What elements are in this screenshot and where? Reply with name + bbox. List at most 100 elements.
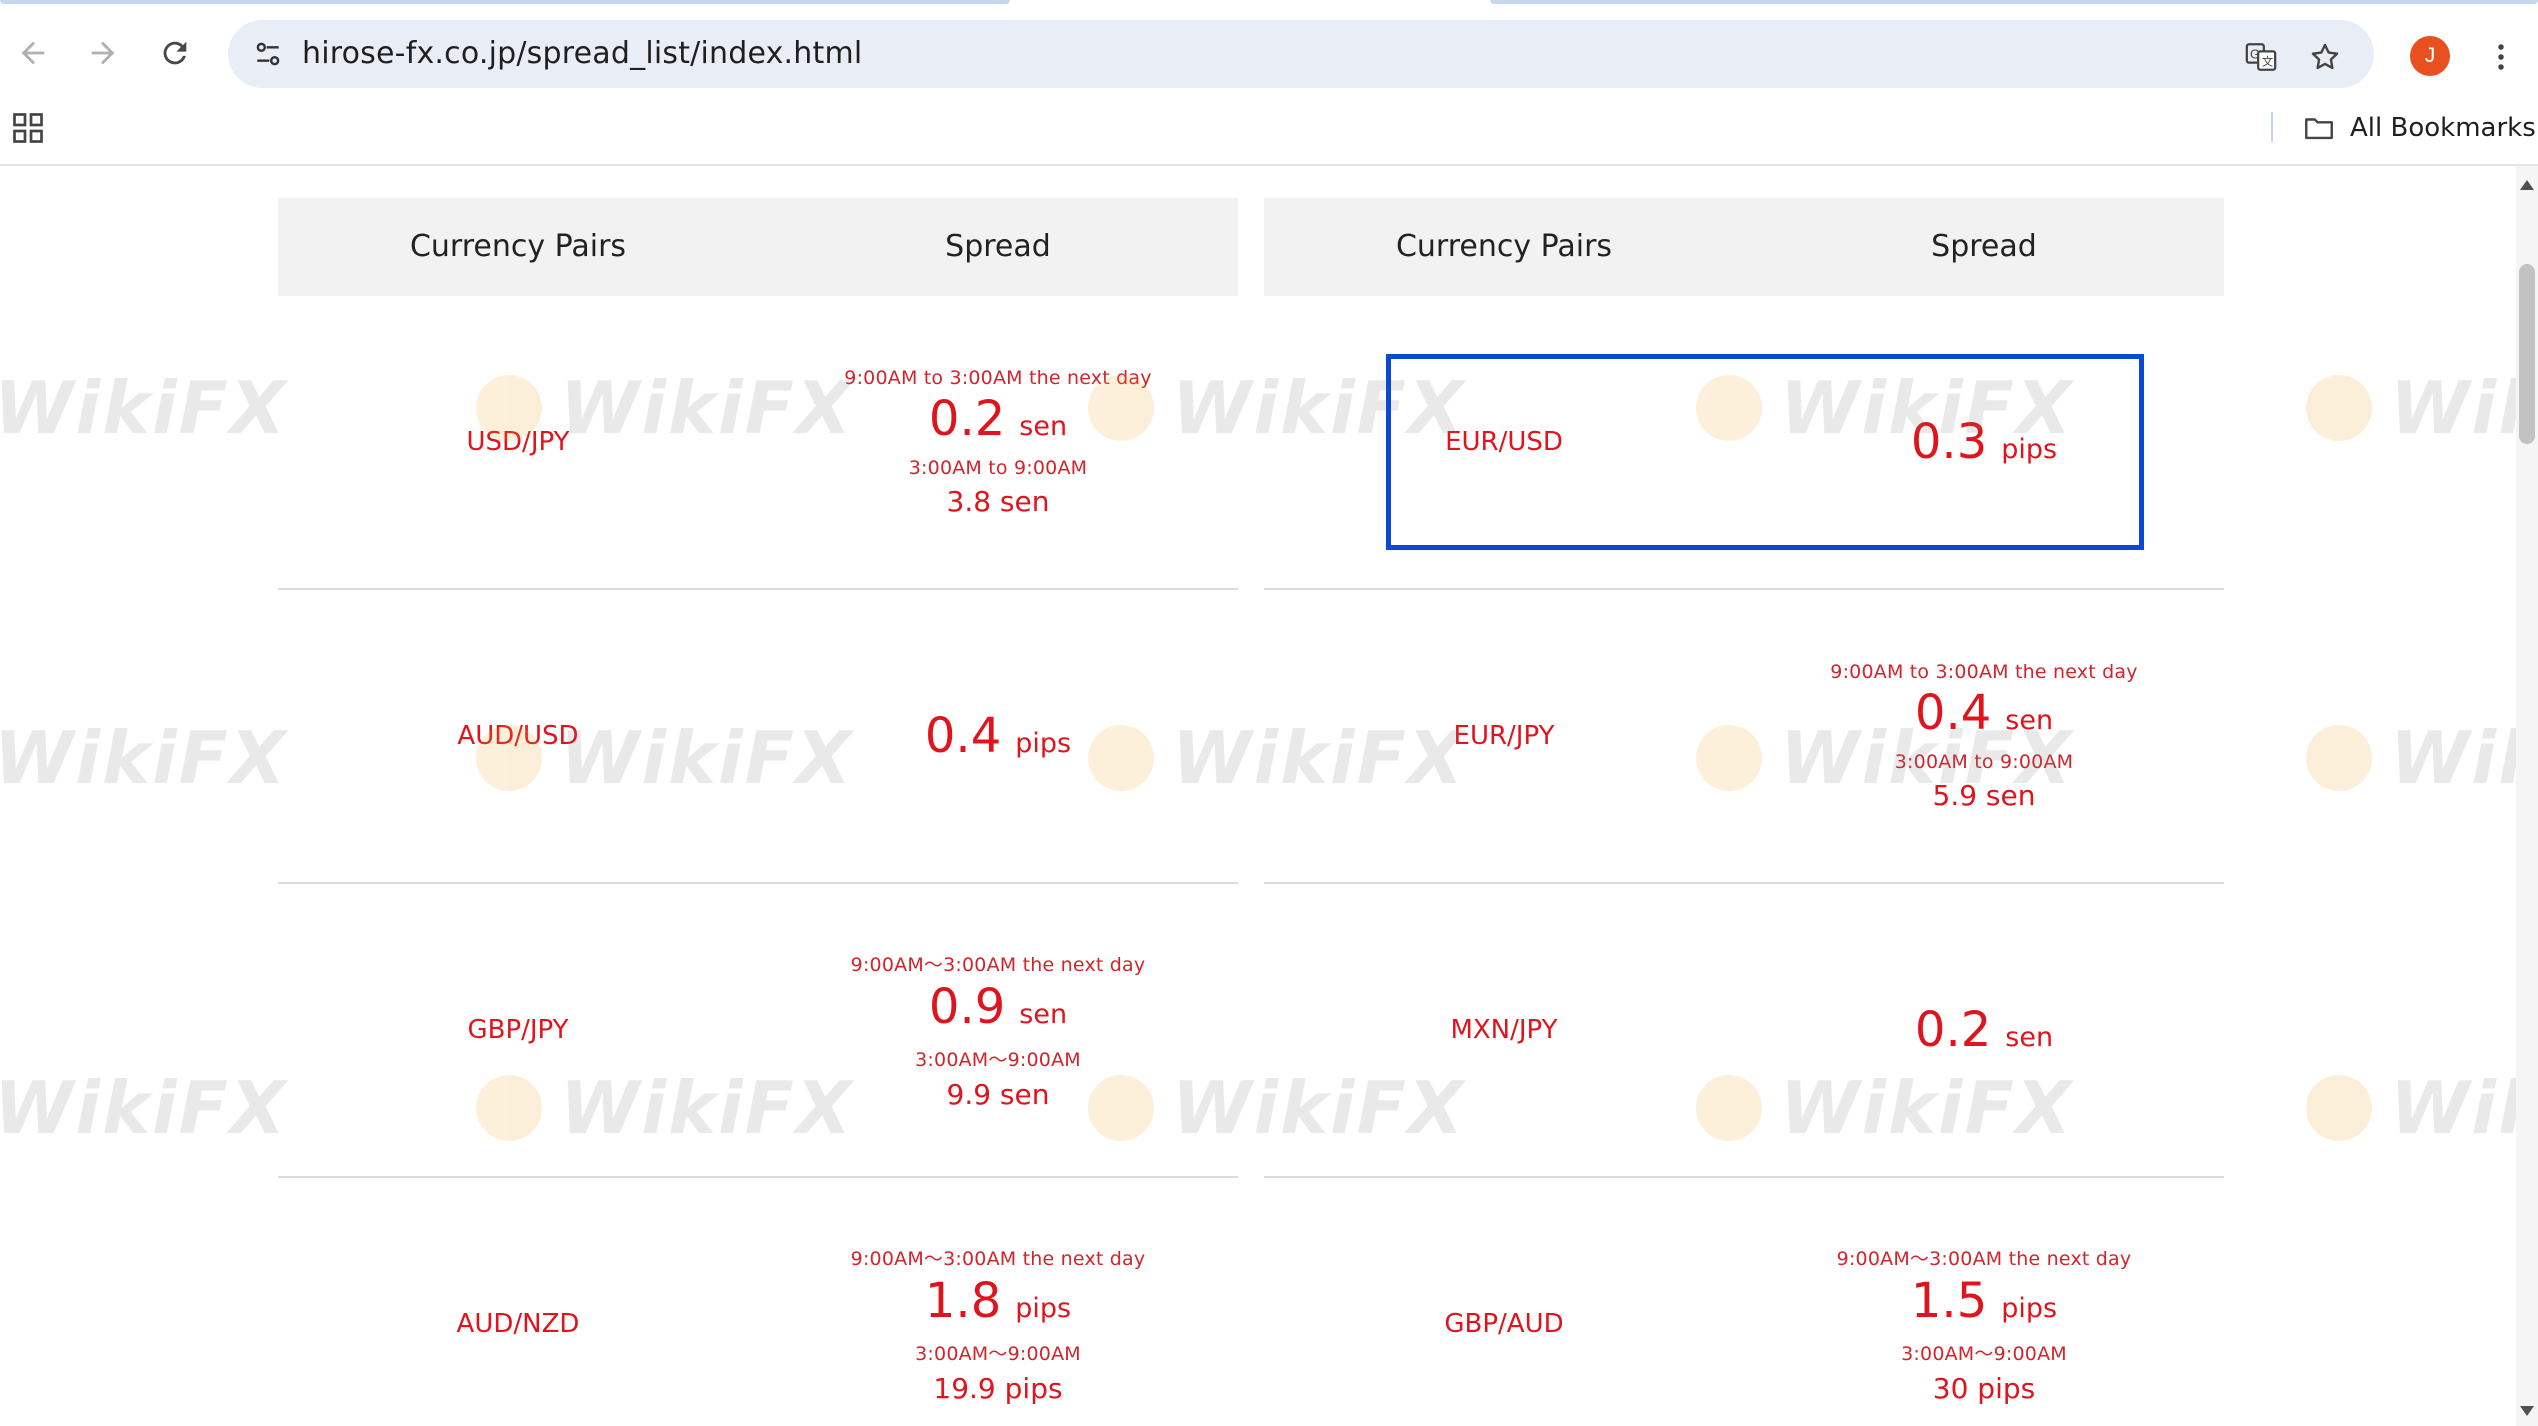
watermark: WikiFX (2306, 366, 2516, 450)
table-row: USD/JPY 9:00AM to 3:00AM the next day 0.… (278, 296, 1238, 590)
watermark: WikiFX (2306, 716, 2516, 800)
spread-value: 0.3 (1910, 414, 1988, 470)
header-spread: Spread (945, 229, 1051, 264)
spread-value-secondary: 30 pips (1932, 1371, 2036, 1405)
watermark: WikiFX (2306, 1066, 2516, 1150)
spread-value: 0.4 (1914, 684, 1992, 741)
time-period: 3:00AM to 9:00AM (908, 456, 1088, 479)
spread-unit: pips (1015, 1292, 1072, 1324)
spread-value: 0.2 (1914, 1002, 1992, 1058)
address-bar[interactable]: hirose-fx.co.jp/spread_list/index.html G… (228, 20, 2374, 88)
spread-cell: 9:00AM to 3:00AM the next day 0.4 sen 3:0… (1744, 661, 2224, 812)
time-period: 9:00AM to 3:00AM the next day (1830, 660, 2138, 683)
translate-icon: G 文 (2245, 43, 2277, 71)
spread-value-secondary: 5.9 sen (1932, 778, 2036, 812)
browser-menu-button[interactable] (2486, 34, 2516, 80)
forward-icon (91, 41, 115, 65)
bookmarks-separator (2271, 112, 2273, 142)
table-row: EUR/USD 0.3 pips (1264, 296, 2224, 590)
profile-avatar[interactable]: J (2410, 36, 2450, 76)
spread-unit: pips (1015, 728, 1072, 759)
table-header: Currency Pairs Spread (1264, 198, 2224, 296)
watermark: WikiFX (0, 366, 288, 450)
header-currency-pairs: Currency Pairs (409, 229, 627, 264)
spread-cell: 9:00AM to 3:00AM the next day 0.2 sen 3:0… (758, 367, 1238, 518)
reload-button[interactable] (150, 28, 200, 78)
watermark: WikiFX (0, 1066, 288, 1150)
translate-button[interactable]: G 文 (2238, 34, 2284, 80)
spread-cell: 0.2 sen (1744, 1002, 2224, 1058)
spread-value-secondary: 9.9 sen (946, 1077, 1050, 1111)
table-row: EUR/JPY 9:00AM to 3:00AM the next day 0.… (1264, 590, 2224, 884)
spread-value-secondary: 3.8 sen (946, 484, 1050, 518)
spread-value: 0.4 (924, 708, 1002, 764)
reload-icon (163, 41, 187, 65)
spread-unit: sen (1019, 410, 1068, 442)
site-info-button[interactable] (242, 28, 294, 80)
time-period: 3:00AM〜9:00AM (915, 1342, 1081, 1365)
site-info-icon (256, 42, 280, 66)
header-spread: Spread (1931, 229, 2037, 264)
spread-table-right: Currency Pairs Spread EUR/USD 0.3 pips EU… (1264, 198, 2224, 1426)
watermark-logo-icon (2306, 1075, 2372, 1141)
bookmark-star-button[interactable] (2302, 34, 2348, 80)
all-bookmarks-button[interactable]: All Bookmarks (2302, 106, 2536, 150)
table-row: GBP/AUD 9:00AM〜3:00AM the next day 1.5 pi… (1264, 1178, 2224, 1426)
tab-indicator (1490, 0, 2538, 4)
url-text[interactable]: hirose-fx.co.jp/spread_list/index.html (302, 20, 862, 88)
menu-icon (2498, 44, 2504, 70)
spread-value-secondary: 19.9 pips (933, 1371, 1063, 1405)
currency-pair: EUR/JPY (1453, 721, 1555, 751)
spread-value: 0.2 (928, 390, 1006, 447)
header-currency-pairs: Currency Pairs (1395, 229, 1613, 264)
watermark: WikiFX (0, 716, 288, 800)
watermark-logo-icon (2306, 375, 2372, 441)
spread-cell: 9:00AM〜3:00AM the next day 1.8 pips 3:00A… (758, 1244, 1238, 1405)
spread-unit: sen (2005, 1022, 2054, 1053)
spread-table-left: Currency Pairs Spread USD/JPY 9:00AM to … (278, 198, 1238, 1426)
table-row: GBP/JPY 9:00AM〜3:00AM the next day 0.9 se… (278, 884, 1238, 1178)
spread-unit: sen (1019, 998, 1068, 1030)
back-button[interactable] (8, 28, 58, 78)
spread-cell: 9:00AM〜3:00AM the next day 1.5 pips 3:00A… (1744, 1244, 2224, 1405)
all-bookmarks-label: All Bookmarks (2350, 113, 2536, 143)
bookmarks-bar: All Bookmarks (0, 96, 2538, 166)
spread-cell: 0.4 pips (758, 708, 1238, 764)
time-period: 9:00AM〜3:00AM the next day (850, 953, 1146, 976)
star-icon (2311, 43, 2339, 70)
table-row: AUD/USD 0.4 pips (278, 590, 1238, 884)
spread-cell: 0.3 pips (1744, 414, 2224, 470)
table-row: AUD/NZD 9:00AM〜3:00AM the next day 1.8 pi… (278, 1178, 1238, 1426)
page-viewport: Currency Pairs Spread USD/JPY 9:00AM to … (0, 166, 2516, 1426)
currency-pair: EUR/USD (1445, 427, 1563, 457)
forward-button[interactable] (78, 28, 128, 78)
apps-icon[interactable] (10, 110, 46, 146)
folder-icon (2305, 118, 2333, 140)
spread-value: 1.8 (924, 1272, 1002, 1329)
time-period: 9:00AM to 3:00AM the next day (844, 366, 1152, 389)
svg-text:文: 文 (2262, 55, 2273, 69)
currency-pair: GBP/AUD (1444, 1309, 1564, 1339)
scroll-up-arrow-icon[interactable] (2520, 180, 2534, 190)
tab-indicator (0, 0, 1010, 4)
time-period: 3:00AM to 9:00AM (1894, 750, 2074, 773)
spread-value: 0.9 (928, 978, 1006, 1035)
time-period: 3:00AM〜9:00AM (1901, 1342, 2067, 1365)
currency-pair: USD/JPY (466, 427, 570, 457)
currency-pair: MXN/JPY (1450, 1015, 1558, 1045)
time-period: 3:00AM〜9:00AM (915, 1048, 1081, 1071)
vertical-scrollbar[interactable] (2516, 166, 2538, 1426)
scroll-down-arrow-icon[interactable] (2520, 1406, 2534, 1416)
spread-value: 1.5 (1910, 1272, 1988, 1329)
currency-pair: GBP/JPY (467, 1015, 569, 1045)
time-period: 9:00AM〜3:00AM the next day (1836, 1247, 2132, 1270)
spread-cell: 9:00AM〜3:00AM the next day 0.9 sen 3:00AM… (758, 950, 1238, 1111)
back-icon (21, 41, 45, 65)
watermark-logo-icon (2306, 725, 2372, 791)
spread-unit: pips (2001, 434, 2058, 465)
currency-pair: AUD/USD (457, 721, 579, 751)
scroll-thumb[interactable] (2519, 264, 2535, 444)
currency-pair: AUD/NZD (456, 1309, 580, 1339)
spread-unit: sen (2005, 704, 2054, 736)
spread-unit: pips (2001, 1292, 2058, 1324)
